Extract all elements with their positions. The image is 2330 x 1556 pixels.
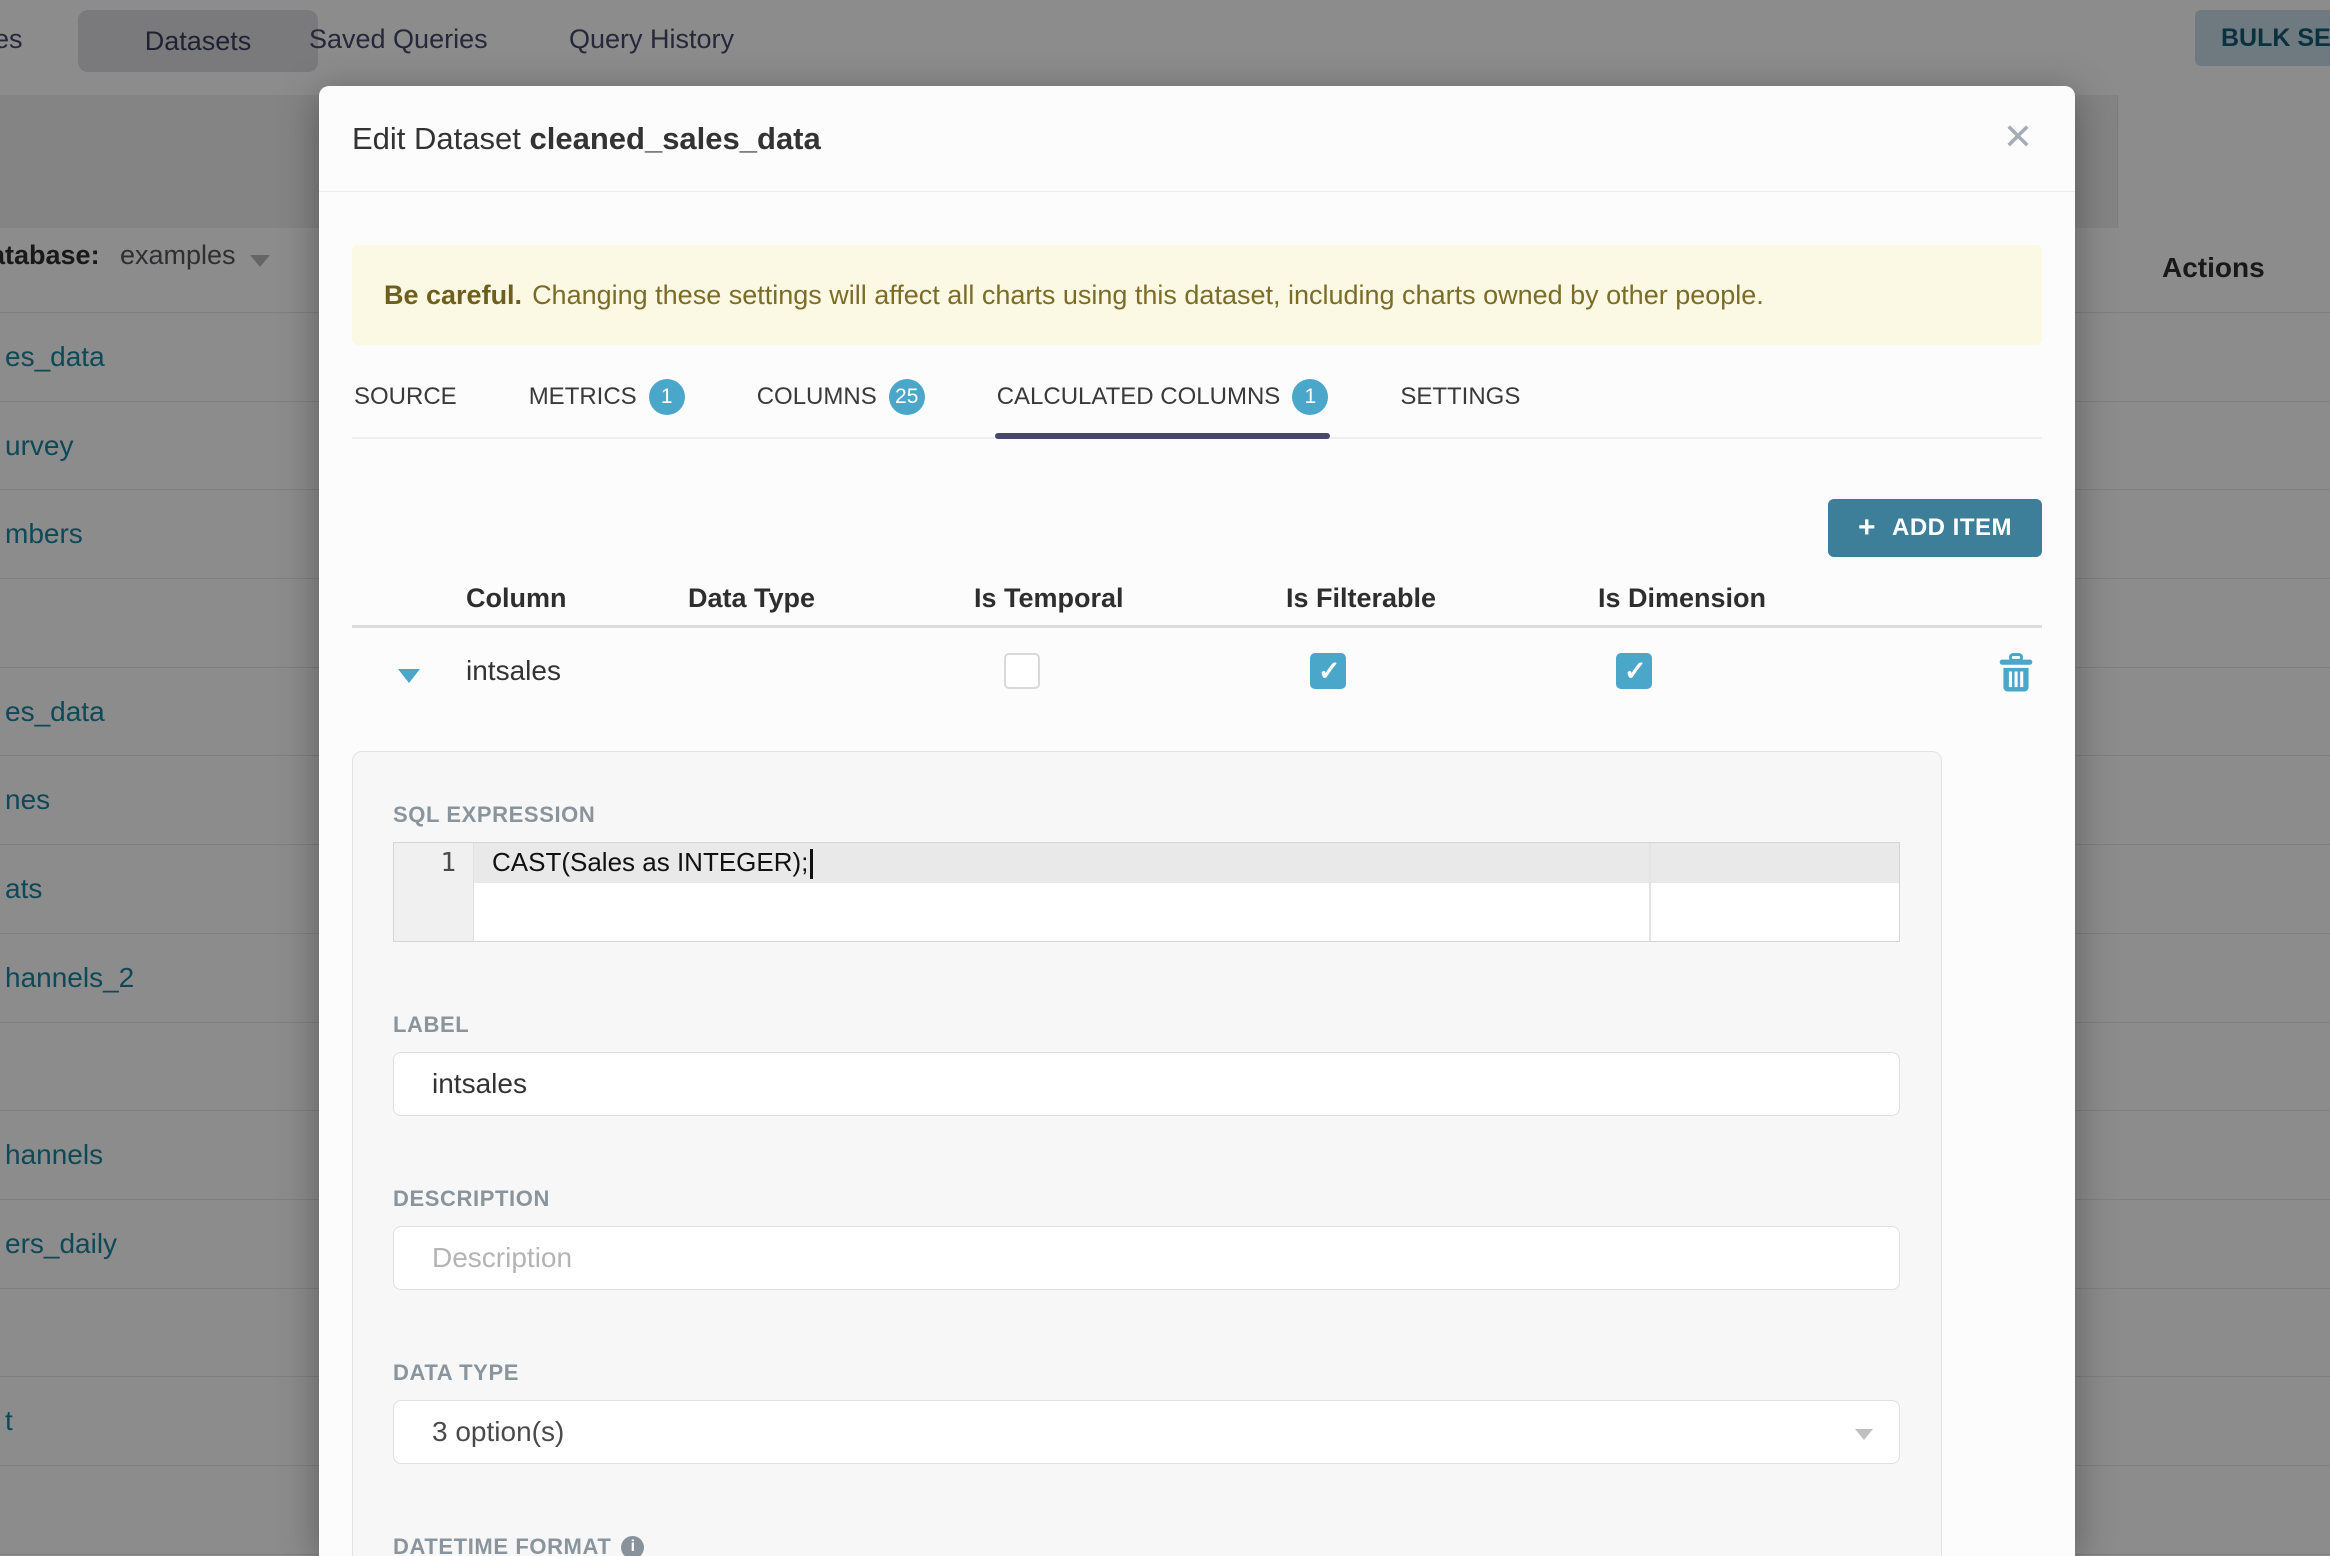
is-dimension-checkbox[interactable] (1616, 653, 1652, 689)
tab-label: CALCULATED COLUMNS (996, 383, 1281, 410)
tab-count-badge: 25 (888, 379, 925, 415)
is-temporal-checkbox[interactable] (1004, 653, 1040, 689)
modal-tabs: SOURCE METRICS 1 COLUMNS 25 CALCULATED COL… (352, 379, 2042, 439)
text-cursor (810, 848, 814, 879)
calculated-columns-header-row: Column Data Type Is Temporal Is Filterab… (352, 571, 2042, 628)
warning-banner-text: Changing these settings will affect all … (532, 279, 1764, 310)
tab-count-badge: 1 (1292, 379, 1329, 415)
tab-label: SETTINGS (1400, 383, 1521, 410)
tab-label: METRICS (528, 383, 637, 410)
modal-title-prefix: Edit Dataset (352, 120, 521, 156)
modal-header: Edit Dataset cleaned_sales_data ✕ (319, 86, 2075, 192)
data-type-value: 3 option(s) (432, 1416, 565, 1447)
tab-count-badge: 1 (648, 379, 685, 415)
editor-line-number: 1 (440, 848, 456, 878)
tab-columns[interactable]: COLUMNS 25 (755, 379, 927, 437)
warning-banner: Be careful. Changing these settings will… (352, 245, 2042, 345)
header-data-type: Data Type (688, 583, 816, 613)
editor-print-margin (1649, 843, 1651, 941)
tab-label: SOURCE (354, 383, 457, 410)
modal-title-dataset-name: cleaned_sales_data (529, 120, 821, 156)
table-row: intsales (352, 631, 2042, 724)
data-type-field-label: DATA TYPE (393, 1360, 519, 1385)
datetime-format-label-text: DATETIME FORMAT (393, 1534, 612, 1556)
screen: es Datasets Saved Queries Query History … (0, 0, 2330, 1556)
sql-expression-editor[interactable]: 1 CAST(Sales as INTEGER); (393, 842, 1900, 942)
modal-title: Edit Dataset cleaned_sales_data (352, 121, 821, 157)
data-type-select[interactable]: 3 option(s) (393, 1400, 1900, 1464)
add-item-row: + ADD ITEM (352, 499, 2042, 557)
calculated-column-detail-card: SQL EXPRESSION 1 CAST(Sales as INTEGER);… (352, 751, 1942, 1556)
description-input[interactable] (393, 1226, 1900, 1290)
header-is-filterable: Is Filterable (1286, 583, 1437, 613)
close-icon[interactable]: ✕ (1997, 118, 2039, 156)
tab-source[interactable]: SOURCE (352, 379, 459, 437)
tab-label: COLUMNS (756, 383, 877, 410)
collapse-caret-icon[interactable] (398, 669, 420, 683)
chevron-down-icon (1855, 1429, 1873, 1440)
info-icon[interactable]: i (621, 1535, 645, 1556)
plus-icon: + (1857, 511, 1876, 544)
label-input[interactable] (393, 1052, 1900, 1116)
datetime-format-field-label: DATETIME FORMAT i (393, 1534, 1901, 1556)
label-field-label: LABEL (393, 1012, 470, 1037)
column-name: intsales (466, 655, 561, 686)
add-item-button[interactable]: + ADD ITEM (1827, 499, 2042, 557)
calculated-columns-table: Column Data Type Is Temporal Is Filterab… (352, 571, 2042, 724)
sql-expression-label: SQL EXPRESSION (393, 802, 596, 827)
header-is-temporal: Is Temporal (974, 583, 1124, 613)
tab-calculated-columns[interactable]: CALCULATED COLUMNS 1 (994, 379, 1331, 439)
sql-expression-code[interactable]: CAST(Sales as INTEGER); (492, 847, 814, 879)
modal-body: Be careful. Changing these settings will… (319, 245, 2075, 1556)
header-column: Column (466, 583, 567, 613)
add-item-label: ADD ITEM (1892, 514, 2012, 541)
edit-dataset-modal: Edit Dataset cleaned_sales_data ✕ Be car… (319, 86, 2075, 1556)
trash-icon[interactable] (1998, 653, 2034, 693)
tab-metrics[interactable]: METRICS 1 (527, 379, 687, 437)
tab-settings[interactable]: SETTINGS (1398, 379, 1522, 437)
description-field-label: DESCRIPTION (393, 1186, 550, 1211)
is-filterable-checkbox[interactable] (1310, 653, 1346, 689)
warning-banner-bold: Be careful. (384, 279, 523, 310)
header-is-dimension: Is Dimension (1598, 583, 1767, 613)
